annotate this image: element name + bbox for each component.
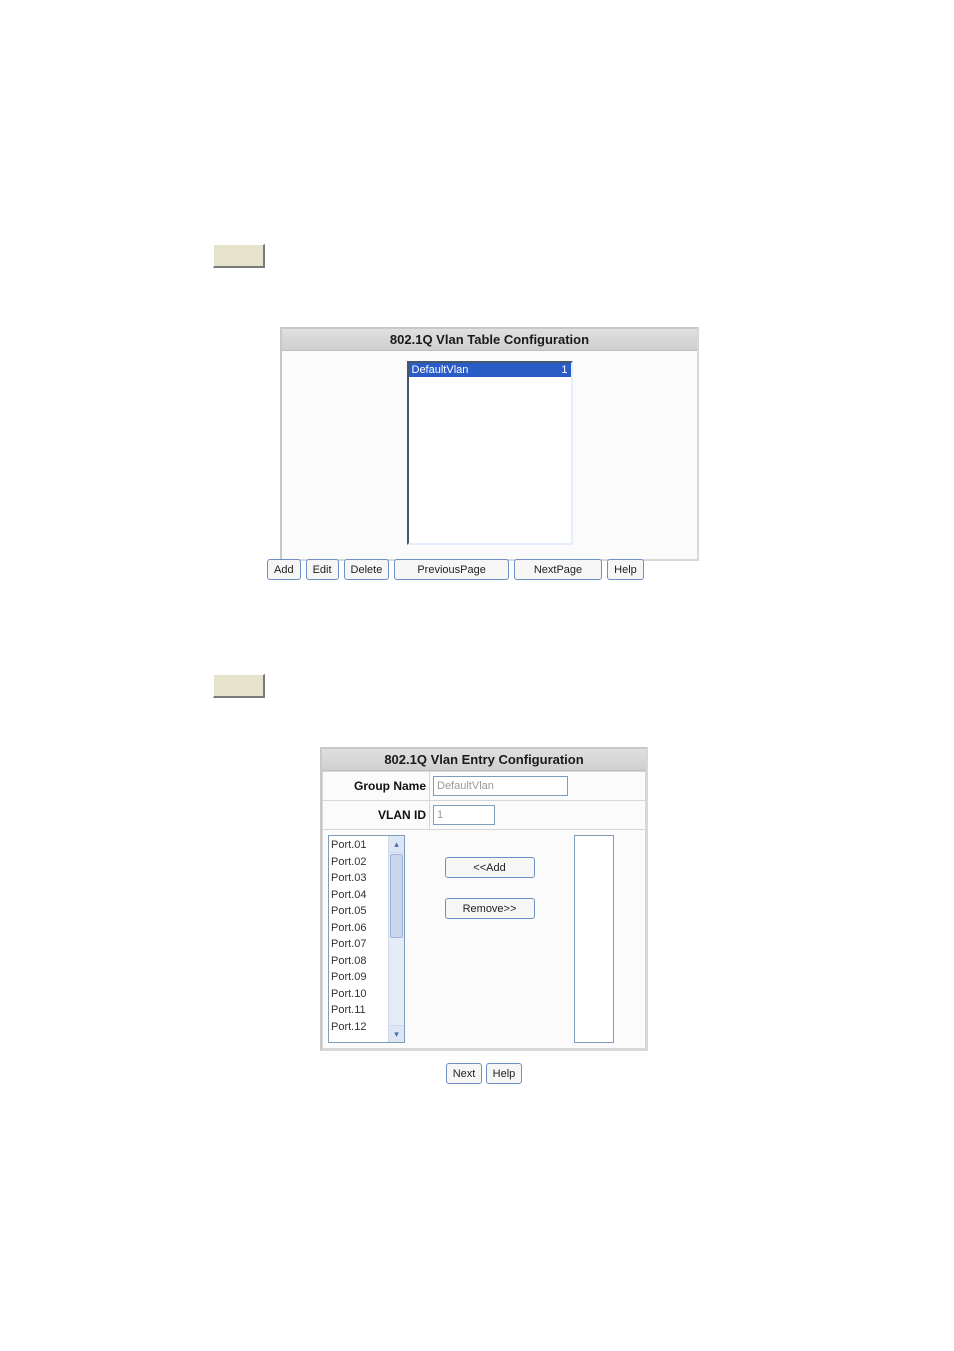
scroll-thumb[interactable] [390, 854, 403, 938]
group-name-input[interactable] [433, 776, 568, 796]
delete-button[interactable]: Delete [344, 559, 390, 580]
previous-page-button[interactable]: PreviousPage [394, 559, 509, 580]
placeholder-button-2[interactable] [213, 674, 265, 698]
ports-scrollbar[interactable]: ▴ ▾ [388, 836, 404, 1042]
scroll-up-icon[interactable]: ▴ [389, 836, 404, 853]
vlan-id-input[interactable] [433, 805, 495, 825]
vlan-table-button-row: Add Edit Delete PreviousPage NextPage He… [267, 559, 710, 580]
port-option[interactable]: Port.08 [331, 953, 386, 970]
port-option[interactable]: Port.09 [331, 969, 386, 986]
next-page-button[interactable]: NextPage [514, 559, 602, 580]
selected-ports-listbox[interactable] [574, 835, 614, 1043]
add-button[interactable]: Add [267, 559, 301, 580]
port-option[interactable]: Port.02 [331, 854, 386, 871]
entry-help-button[interactable]: Help [486, 1063, 523, 1084]
port-option[interactable]: Port.11 [331, 1002, 386, 1019]
placeholder-button-1[interactable] [213, 244, 265, 268]
add-port-button[interactable]: <<Add [445, 857, 535, 878]
port-option[interactable]: Port.04 [331, 887, 386, 904]
remove-port-button[interactable]: Remove>> [445, 898, 535, 919]
port-option[interactable]: Port.12 [331, 1019, 386, 1036]
vlan-table-panel: 802.1Q Vlan Table Configuration DefaultV… [280, 327, 699, 561]
vlan-entry-panel: 802.1Q Vlan Entry Configuration Group Na… [320, 747, 648, 1051]
port-option[interactable]: Port.06 [331, 920, 386, 937]
port-option[interactable]: Port.03 [331, 870, 386, 887]
vlan-entry-name: DefaultVlan [412, 364, 469, 376]
group-name-label: Group Name [323, 772, 430, 801]
help-button[interactable]: Help [607, 559, 644, 580]
scroll-down-icon[interactable]: ▾ [389, 1025, 404, 1042]
vlan-table-title: 802.1Q Vlan Table Configuration [282, 329, 697, 351]
vlan-entry-button-row: Next Help [320, 1063, 648, 1084]
port-option[interactable]: Port.05 [331, 903, 386, 920]
next-button[interactable]: Next [446, 1063, 483, 1084]
vlan-entry-id: 1 [561, 364, 567, 376]
port-option[interactable]: Port.01 [331, 837, 386, 854]
vlan-table-listbox[interactable]: DefaultVlan 1 [407, 361, 573, 545]
vlan-table-entry[interactable]: DefaultVlan 1 [409, 363, 571, 377]
vlan-entry-title: 802.1Q Vlan Entry Configuration [322, 749, 646, 771]
available-ports-listbox[interactable]: Port.01Port.02Port.03Port.04Port.05Port.… [328, 835, 405, 1043]
port-option[interactable]: Port.10 [331, 986, 386, 1003]
edit-button[interactable]: Edit [306, 559, 339, 580]
vlan-id-label: VLAN ID [323, 801, 430, 830]
port-option[interactable]: Port.07 [331, 936, 386, 953]
